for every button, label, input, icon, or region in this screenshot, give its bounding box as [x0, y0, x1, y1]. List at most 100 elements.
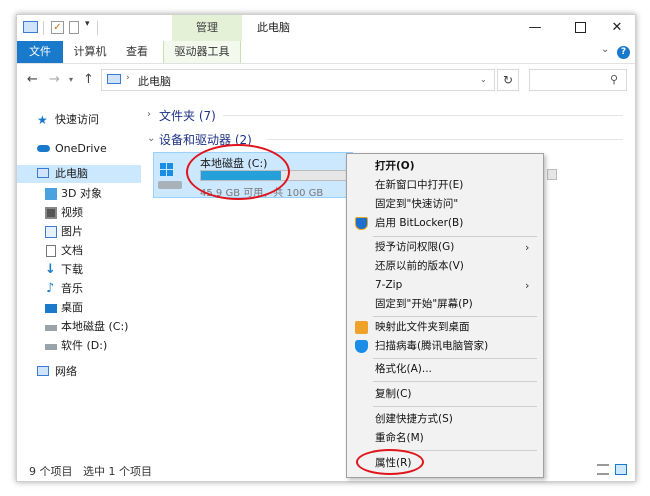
star-icon: ★	[37, 113, 48, 127]
up-arrow-icon[interactable]: ↑	[83, 72, 94, 87]
sidebar-item-network[interactable]: 网络	[17, 363, 141, 381]
chevron-right-icon: ›	[525, 241, 530, 254]
sidebar-item-desktop[interactable]: 桌面	[17, 299, 141, 317]
back-arrow-icon[interactable]: ←	[27, 72, 38, 87]
new-folder-icon[interactable]	[69, 21, 79, 34]
navigation-bar: ← → ▾ ↑ › 此电脑 ⌄ ↻ ⚲	[17, 64, 635, 98]
menu-item-copy[interactable]: 复制(C)	[347, 385, 543, 404]
shield-icon	[355, 217, 368, 230]
forward-arrow-icon[interactable]: →	[49, 72, 60, 87]
menu-item-bitlocker[interactable]: 启用 BitLocker(B)	[347, 214, 543, 233]
sidebar-item-music[interactable]: ♪ 音乐	[17, 280, 141, 298]
document-icon	[46, 245, 56, 257]
menu-item-scan-virus[interactable]: 扫描病毒(腾讯电脑管家)	[347, 337, 543, 356]
divider	[373, 406, 537, 407]
help-icon[interactable]: ?	[617, 46, 630, 59]
cloud-icon	[37, 145, 50, 152]
sidebar-item-downloads[interactable]: ↓ 下载	[17, 261, 141, 279]
properties-checkbox-icon[interactable]: ✓	[51, 21, 64, 34]
computer-icon	[107, 74, 121, 84]
chevron-down-icon[interactable]: ⌄	[147, 133, 155, 144]
divider	[373, 381, 537, 382]
chevron-right-icon: ›	[525, 279, 530, 292]
tab-computer[interactable]: 计算机	[65, 41, 115, 63]
divider	[267, 139, 623, 140]
cube-icon	[45, 188, 57, 200]
computer-icon	[37, 168, 49, 178]
maximize-icon	[574, 22, 586, 33]
sidebar-item-3d-objects[interactable]: 3D 对象	[17, 185, 141, 203]
annotation-circle-properties	[356, 449, 424, 475]
details-view-icon[interactable]	[597, 464, 609, 475]
menu-item-7zip[interactable]: 7-Zip ›	[347, 276, 543, 295]
tab-view[interactable]: 查看	[119, 41, 155, 63]
menu-item-pin-quick-access[interactable]: 固定到"快速访问"	[347, 195, 543, 214]
search-icon: ⚲	[610, 73, 619, 86]
sidebar-item-onedrive[interactable]: OneDrive	[17, 140, 141, 158]
tab-file[interactable]: 文件	[17, 41, 63, 63]
recent-locations-icon[interactable]: ▾	[69, 75, 73, 84]
maximize-button[interactable]	[562, 15, 598, 41]
expand-ribbon-icon[interactable]: ⌄	[601, 44, 609, 55]
drive-icon	[158, 181, 182, 189]
video-icon	[45, 207, 57, 219]
divider	[97, 21, 98, 35]
minimize-button[interactable]: —	[517, 15, 553, 41]
navigation-pane: ★ 快速访问 OneDrive 此电脑 3D 对象 视频 图片 文档 ↓ 下载 …	[17, 103, 143, 455]
sidebar-item-software-d[interactable]: 软件 (D:)	[17, 337, 141, 355]
address-bar[interactable]: › 此电脑 ⌄	[101, 69, 495, 91]
menu-item-open-new-window[interactable]: 在新窗口中打开(E)	[347, 176, 543, 195]
chevron-down-icon[interactable]: ⌄	[480, 75, 487, 84]
breadcrumb-chevron-icon[interactable]: ›	[126, 73, 130, 83]
menu-item-format[interactable]: 格式化(A)...	[347, 360, 543, 379]
desktop-icon	[45, 304, 57, 313]
sidebar-item-this-pc[interactable]: 此电脑	[17, 165, 141, 183]
menu-item-restore-versions[interactable]: 还原以前的版本(V)	[347, 257, 543, 276]
divider	[373, 316, 537, 317]
item-count: 9 个项目	[29, 465, 73, 478]
sidebar-item-local-disk-c[interactable]: 本地磁盘 (C:)	[17, 318, 141, 336]
selection-count: 选中 1 个项目	[83, 465, 152, 478]
menu-item-pin-start[interactable]: 固定到"开始"屏幕(P)	[347, 295, 543, 314]
folders-group-header[interactable]: 文件夹 (7)	[159, 107, 216, 124]
sidebar-item-documents[interactable]: 文档	[17, 242, 141, 260]
menu-item-open[interactable]: 打开(O)	[347, 157, 543, 176]
menu-item-give-access[interactable]: 授予访问权限(G) ›	[347, 238, 543, 257]
context-menu: 打开(O) 在新窗口中打开(E) 固定到"快速访问" 启用 BitLocker(…	[346, 153, 544, 478]
tencent-shield-icon	[355, 340, 368, 353]
download-icon: ↓	[45, 262, 56, 277]
menu-item-rename[interactable]: 重命名(M)	[347, 429, 543, 448]
drive-icon	[45, 325, 57, 331]
refresh-button[interactable]: ↻	[497, 69, 519, 91]
chevron-right-icon[interactable]: ›	[147, 109, 151, 120]
search-input[interactable]: ⚲	[529, 69, 627, 91]
music-icon: ♪	[46, 281, 55, 296]
drive-d-usage-bar	[547, 169, 557, 180]
annotation-circle-drive	[186, 144, 290, 200]
customize-quick-access-icon[interactable]: ▾	[85, 19, 90, 33]
menu-item-create-shortcut[interactable]: 创建快捷方式(S)	[347, 410, 543, 429]
ribbon-tabs: 文件 计算机 查看 驱动器工具 ⌄ ?	[17, 41, 635, 64]
divider	[223, 115, 623, 116]
refresh-icon: ↻	[502, 73, 514, 87]
menu-item-map-to-desktop[interactable]: 映射此文件夹到桌面	[347, 318, 543, 337]
sidebar-item-quick-access[interactable]: ★ 快速访问	[17, 111, 141, 129]
sidebar-item-pictures[interactable]: 图片	[17, 223, 141, 241]
divider	[43, 21, 44, 35]
window-title: 此电脑	[257, 21, 290, 34]
windows-logo-icon	[160, 163, 174, 177]
breadcrumb[interactable]: 此电脑	[138, 73, 171, 89]
close-button[interactable]: ✕	[599, 15, 635, 41]
network-icon	[37, 366, 49, 376]
sidebar-item-videos[interactable]: 视频	[17, 204, 141, 222]
divider	[373, 236, 537, 237]
title-bar: ✓ ▾ 管理 此电脑 — ✕	[17, 15, 635, 41]
tab-drive-tools[interactable]: 驱动器工具	[163, 41, 241, 63]
folder-map-icon	[355, 321, 368, 334]
manage-contextual-tab[interactable]: 管理	[172, 15, 242, 41]
computer-icon	[23, 21, 38, 33]
image-icon	[45, 226, 57, 238]
drive-icon	[45, 344, 57, 350]
divider	[373, 358, 537, 359]
tiles-view-icon[interactable]	[615, 464, 627, 475]
